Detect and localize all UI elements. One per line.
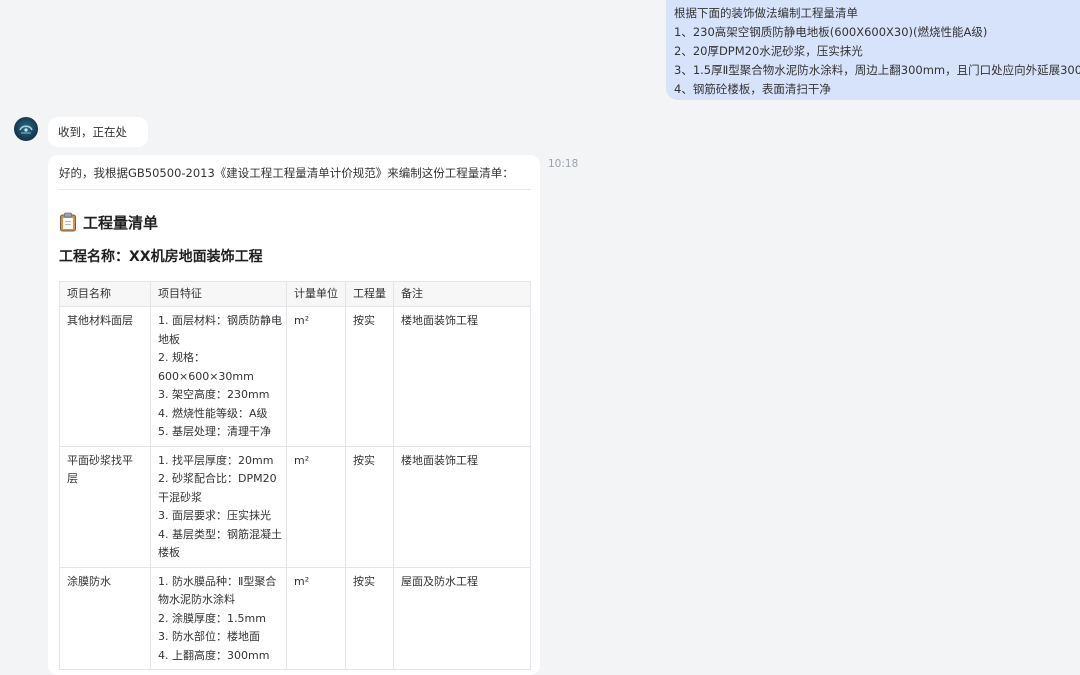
- project-title: 工程名称：XX机房地面装饰工程: [59, 249, 263, 265]
- feature-line: 1. 面层材料：钢质防静电: [158, 314, 282, 327]
- column-header: 项目特征: [150, 281, 287, 307]
- divider: [59, 189, 531, 190]
- column-header: 计量单位: [286, 281, 346, 307]
- quantity-cell: 按实: [345, 566, 394, 670]
- quantity-cell: 按实: [345, 445, 394, 568]
- feature-line: 1. 找平层厚度：20mm: [158, 453, 274, 467]
- user-message-bubble: 根据下面的装饰做法编制工程量清单 1、230高架空钢质防静电地板(600X600…: [666, 0, 1080, 100]
- bill-of-quantities-table: 项目名称 项目特征 计量单位 工程量 备注 其他材料面层 1. 面层材料：钢质防…: [59, 281, 531, 670]
- column-header: 备注: [393, 281, 531, 307]
- section-heading-text: 工程量清单: [83, 213, 159, 232]
- bot-response-card: 好的，我根据GB50500-2013《建设工程工程量清单计价规范》来编制这份工程…: [48, 155, 540, 675]
- feature-line: 4. 上翻高度：300mm: [158, 648, 270, 662]
- bot-avatar: [14, 117, 38, 141]
- feature-line: 3. 面层要求：压实抹光: [158, 509, 271, 522]
- feature-line: 2. 规格：: [158, 351, 205, 364]
- item-features-cell: 1. 防水膜品种：Ⅱ型聚合 物水泥防水涂料 2. 涂膜厚度：1.5mm 3. 防…: [150, 566, 287, 670]
- item-features-cell: 1. 面层材料：钢质防静电 地板 2. 规格： 600×600×30mm 3. …: [150, 306, 287, 447]
- feature-line: 物水泥防水涂料: [158, 593, 235, 606]
- feature-line: 干混砂浆: [158, 490, 202, 504]
- unit-cell: m²: [286, 445, 346, 568]
- clipboard-icon: [59, 212, 77, 232]
- section-heading: 工程量清单: [59, 212, 158, 232]
- unit-cell: m²: [286, 306, 346, 447]
- feature-line: 3. 防水部位：楼地面: [158, 630, 260, 643]
- feature-line: 3. 架空高度：230mm: [158, 388, 270, 401]
- table-row: 涂膜防水 1. 防水膜品种：Ⅱ型聚合 物水泥防水涂料 2. 涂膜厚度：1.5mm…: [59, 566, 531, 670]
- feature-line: 1. 防水膜品种：Ⅱ型聚合: [158, 574, 277, 588]
- user-message-line: 1、230高架空钢质防静电地板(600X600X30)(燃烧性能A级): [674, 25, 988, 39]
- feature-line: 4. 基层类型：钢筋混凝土: [158, 527, 282, 541]
- feature-line: 600×600×30mm: [158, 369, 254, 383]
- response-intro-text: 好的，我根据GB50500-2013《建设工程工程量清单计价规范》来编制这份工程…: [59, 166, 514, 180]
- remark-cell: 楼地面装饰工程: [393, 445, 531, 568]
- feature-line: 楼板: [158, 546, 180, 559]
- item-name-cell: 涂膜防水: [59, 566, 151, 670]
- feature-line: 地板: [158, 332, 180, 346]
- user-message-line: 3、1.5厚Ⅱ型聚合物水泥防水涂料，周边上翻300mm，且门口处应向外延展300…: [674, 63, 1080, 77]
- bot-status-bubble: 收到，正在处理...: [48, 117, 148, 169]
- item-features-cell: 1. 找平层厚度：20mm 2. 砂浆配合比：DPM20 干混砂浆 3. 面层要…: [150, 445, 287, 568]
- unit-cell: m²: [286, 566, 346, 670]
- user-message-line: 根据下面的装饰做法编制工程量清单: [674, 6, 858, 20]
- feature-line: 2. 砂浆配合比：DPM20: [158, 472, 277, 485]
- table-row: 其他材料面层 1. 面层材料：钢质防静电 地板 2. 规格： 600×600×3…: [59, 306, 531, 447]
- item-name-cell: 其他材料面层: [59, 306, 151, 447]
- feature-line: 4. 燃烧性能等级：A级: [158, 406, 268, 420]
- column-header: 项目名称: [59, 281, 151, 307]
- column-header: 工程量: [345, 281, 394, 307]
- table-header-row: 项目名称 项目特征 计量单位 工程量 备注: [59, 281, 531, 307]
- feature-line: 2. 涂膜厚度：1.5mm: [158, 611, 266, 625]
- message-timestamp: 10:18: [548, 158, 579, 170]
- item-name-cell: 平面砂浆找平层: [59, 445, 151, 568]
- quantity-cell: 按实: [345, 306, 394, 447]
- user-message-line: 2、20厚DPM20水泥砂浆，压实抹光: [674, 44, 863, 58]
- remark-cell: 楼地面装饰工程: [393, 306, 531, 447]
- table-row: 平面砂浆找平层 1. 找平层厚度：20mm 2. 砂浆配合比：DPM20 干混砂…: [59, 445, 531, 568]
- feature-line: 5. 基层处理：清理干净: [158, 425, 271, 438]
- user-message-line: 4、钢筋砼楼板，表面清扫干净: [674, 82, 831, 96]
- bot-logo-icon: [19, 125, 33, 134]
- remark-cell: 屋面及防水工程: [393, 566, 531, 670]
